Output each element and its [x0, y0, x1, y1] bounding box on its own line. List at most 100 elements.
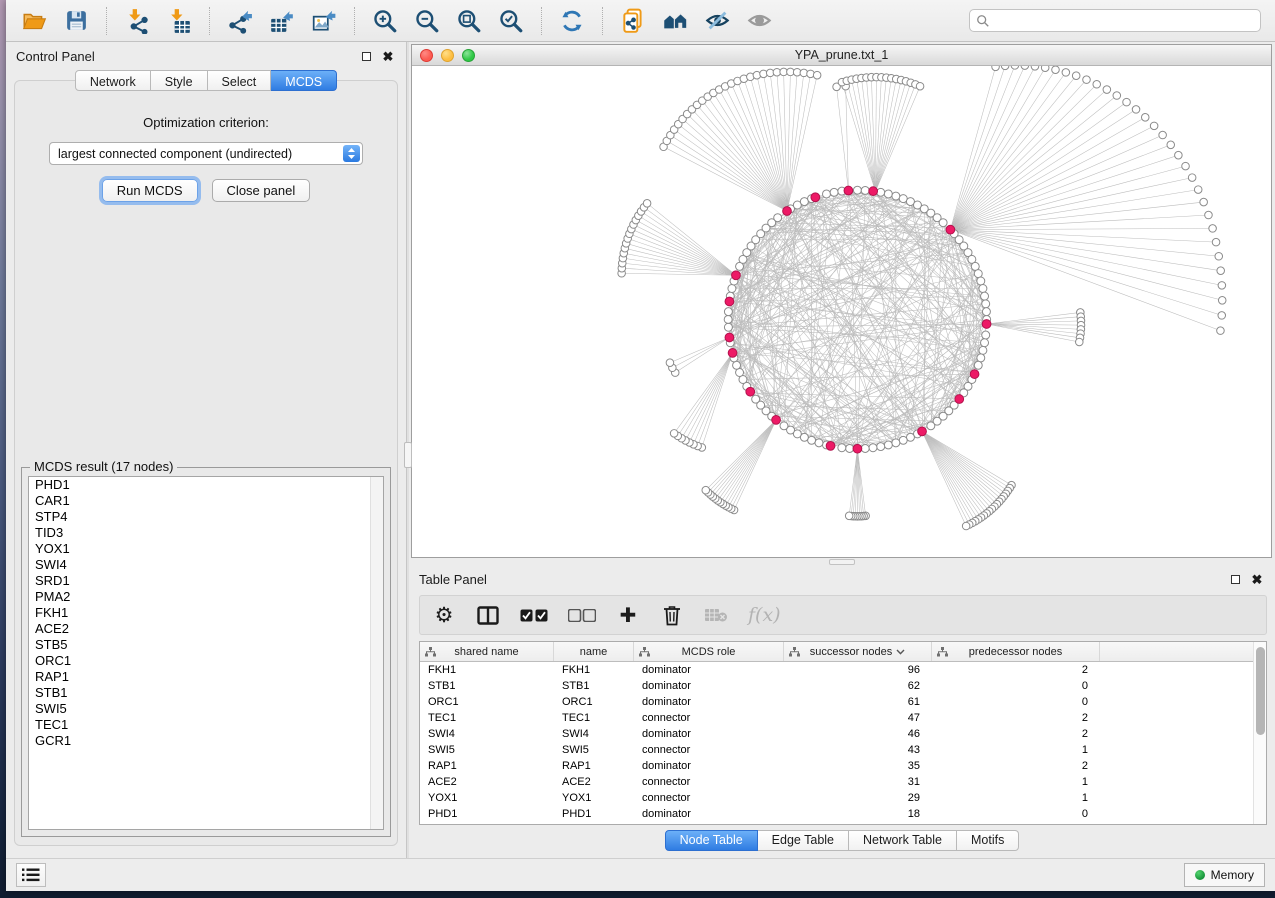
- cell-successor[interactable]: 29: [784, 790, 932, 806]
- cell-name[interactable]: TEC1: [554, 710, 634, 726]
- cell-mcds_role[interactable]: connector: [634, 710, 784, 726]
- mcds-result-item[interactable]: PMA2: [29, 589, 383, 605]
- float-table-panel-button[interactable]: [1227, 571, 1243, 587]
- cell-name[interactable]: FKH1: [554, 662, 634, 678]
- zoom-in-button[interactable]: [367, 5, 403, 37]
- table-row[interactable]: TEC1TEC1connector472: [420, 710, 1266, 726]
- run-mcds-button[interactable]: Run MCDS: [102, 179, 198, 202]
- close-panel-button[interactable]: ✖: [380, 48, 396, 64]
- cell-mcds_role[interactable]: dominator: [634, 662, 784, 678]
- mcds-result-item[interactable]: RAP1: [29, 669, 383, 685]
- zoom-fit-button[interactable]: [451, 5, 487, 37]
- paint-hide-button[interactable]: [699, 5, 735, 37]
- table-row[interactable]: ORC1ORC1dominator610: [420, 694, 1266, 710]
- cell-shared_name[interactable]: ORC1: [420, 694, 554, 710]
- cell-name[interactable]: SWI4: [554, 726, 634, 742]
- table-row[interactable]: FKH1FKH1dominator962: [420, 662, 1266, 678]
- cell-shared_name[interactable]: STB1: [420, 678, 554, 694]
- cell-successor[interactable]: 62: [784, 678, 932, 694]
- vertical-splitter[interactable]: [406, 42, 409, 858]
- cell-shared_name[interactable]: YOX1: [420, 790, 554, 806]
- tab-motifs[interactable]: Motifs: [957, 830, 1019, 851]
- columns-icon[interactable]: [476, 602, 500, 628]
- import-table-button[interactable]: [161, 5, 197, 37]
- network-canvas[interactable]: [412, 66, 1271, 557]
- mcds-result-item[interactable]: PHD1: [29, 477, 383, 493]
- cell-predecessor[interactable]: 1: [932, 774, 1100, 790]
- search-input[interactable]: [994, 14, 1254, 28]
- close-mcds-panel-button[interactable]: Close panel: [212, 179, 311, 202]
- cell-successor[interactable]: 43: [784, 742, 932, 758]
- mcds-result-item[interactable]: SRD1: [29, 573, 383, 589]
- cell-mcds_role[interactable]: dominator: [634, 806, 784, 822]
- tab-select[interactable]: Select: [208, 70, 272, 91]
- cell-name[interactable]: YOX1: [554, 790, 634, 806]
- table-row[interactable]: SWI4SWI4dominator462: [420, 726, 1266, 742]
- table-row[interactable]: YOX1YOX1connector291: [420, 790, 1266, 806]
- cell-successor[interactable]: 18: [784, 806, 932, 822]
- cell-predecessor[interactable]: 1: [932, 742, 1100, 758]
- cell-mcds_role[interactable]: dominator: [634, 758, 784, 774]
- mcds-result-item[interactable]: GCR1: [29, 733, 383, 749]
- cell-predecessor[interactable]: 2: [932, 662, 1100, 678]
- mcds-result-item[interactable]: CAR1: [29, 493, 383, 509]
- export-image-button[interactable]: [306, 5, 342, 37]
- cell-name[interactable]: PHD1: [554, 806, 634, 822]
- cell-successor[interactable]: 46: [784, 726, 932, 742]
- table-row[interactable]: PHD1PHD1dominator180: [420, 806, 1266, 822]
- cell-successor[interactable]: 96: [784, 662, 932, 678]
- export-network-button[interactable]: [222, 5, 258, 37]
- cell-predecessor[interactable]: 2: [932, 758, 1100, 774]
- scrollbar-thumb[interactable]: [1256, 647, 1265, 735]
- mcds-result-item[interactable]: YOX1: [29, 541, 383, 557]
- cell-predecessor[interactable]: 2: [932, 710, 1100, 726]
- tab-style[interactable]: Style: [151, 70, 208, 91]
- mcds-result-item[interactable]: TID3: [29, 525, 383, 541]
- column-header-predecessor[interactable]: predecessor nodes: [932, 642, 1100, 661]
- import-network-button[interactable]: [119, 5, 155, 37]
- column-header-name[interactable]: name: [554, 642, 634, 661]
- deselect-all-icon[interactable]: [568, 602, 596, 628]
- table-row[interactable]: ACE2ACE2connector311: [420, 774, 1266, 790]
- criterion-select[interactable]: largest connected component (undirected): [49, 142, 363, 165]
- cell-successor[interactable]: 31: [784, 774, 932, 790]
- select-all-icon[interactable]: [520, 602, 548, 628]
- open-session-button[interactable]: [16, 5, 52, 37]
- cell-predecessor[interactable]: 1: [932, 790, 1100, 806]
- mcds-result-item[interactable]: FKH1: [29, 605, 383, 621]
- cell-successor[interactable]: 47: [784, 710, 932, 726]
- show-graphics-button[interactable]: [741, 5, 777, 37]
- close-table-panel-button[interactable]: ✖: [1249, 571, 1265, 587]
- tab-mcds[interactable]: MCDS: [271, 70, 337, 91]
- column-header-shared_name[interactable]: shared name: [420, 642, 554, 661]
- export-table-button[interactable]: [264, 5, 300, 37]
- cell-mcds_role[interactable]: connector: [634, 742, 784, 758]
- table-row[interactable]: SWI5SWI5connector431: [420, 742, 1266, 758]
- first-neighbors-button[interactable]: [615, 5, 651, 37]
- cell-successor[interactable]: 61: [784, 694, 932, 710]
- zoom-out-button[interactable]: [409, 5, 445, 37]
- cell-name[interactable]: ORC1: [554, 694, 634, 710]
- cell-shared_name[interactable]: SWI5: [420, 742, 554, 758]
- tab-network[interactable]: Network: [75, 70, 151, 91]
- cell-name[interactable]: SWI5: [554, 742, 634, 758]
- tab-node-table[interactable]: Node Table: [665, 830, 758, 851]
- cell-mcds_role[interactable]: dominator: [634, 726, 784, 742]
- mcds-result-item[interactable]: STB5: [29, 637, 383, 653]
- cell-shared_name[interactable]: ACE2: [420, 774, 554, 790]
- cell-successor[interactable]: 35: [784, 758, 932, 774]
- mcds-result-item[interactable]: TEC1: [29, 717, 383, 733]
- cell-shared_name[interactable]: FKH1: [420, 662, 554, 678]
- tab-edge-table[interactable]: Edge Table: [758, 830, 849, 851]
- cell-predecessor[interactable]: 0: [932, 694, 1100, 710]
- cell-mcds_role[interactable]: dominator: [634, 678, 784, 694]
- cell-predecessor[interactable]: 0: [932, 678, 1100, 694]
- cell-predecessor[interactable]: 0: [932, 806, 1100, 822]
- hide-panels-button[interactable]: [657, 5, 693, 37]
- memory-button[interactable]: Memory: [1184, 863, 1265, 887]
- task-history-button[interactable]: [16, 863, 46, 887]
- cell-shared_name[interactable]: SWI4: [420, 726, 554, 742]
- refresh-button[interactable]: [554, 5, 590, 37]
- network-titlebar[interactable]: YPA_prune.txt_1: [412, 45, 1271, 66]
- mcds-result-list[interactable]: PHD1CAR1STP4TID3YOX1SWI4SRD1PMA2FKH1ACE2…: [28, 476, 384, 830]
